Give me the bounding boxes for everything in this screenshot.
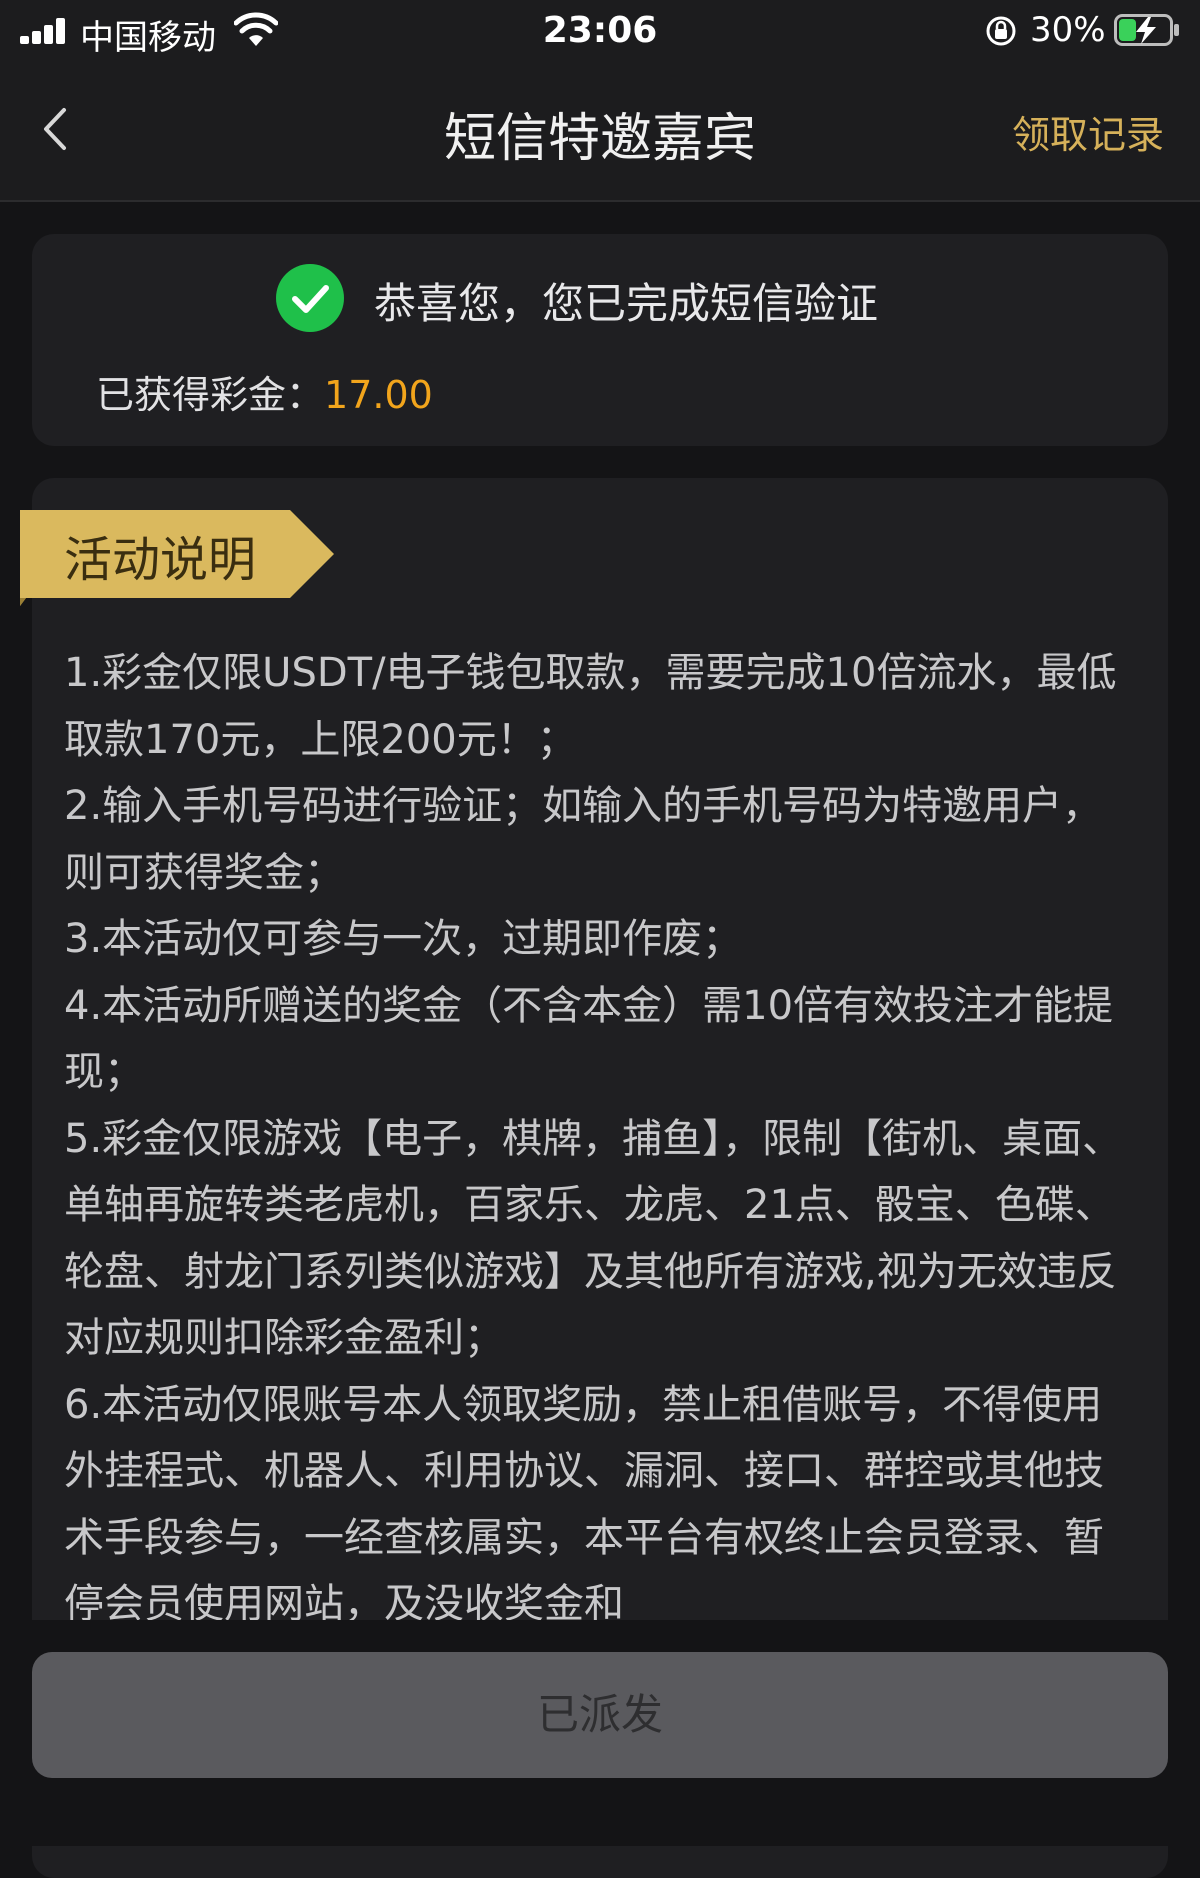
claim-records-link[interactable]: 领取记录 bbox=[1012, 104, 1164, 159]
status-bar: 中国移动 23:06 30% bbox=[0, 0, 1200, 62]
bonus-label: 已获得彩金： bbox=[96, 373, 325, 417]
orientation-lock-icon bbox=[986, 16, 1016, 46]
rule-item-5: 5.彩金仅限游戏【电子，棋牌，捕鱼】，限制【街机、桌面、单轴再旋转类老虎机，百家… bbox=[64, 1115, 1123, 1362]
rules-text: 1.彩金仅限USDT/电子钱包取款，需要完成10倍流水，最低取款170元，上限2… bbox=[64, 640, 1124, 1620]
battery-percent: 30% bbox=[1030, 10, 1106, 50]
rule-item-1: 1.彩金仅限USDT/电子钱包取款，需要完成10倍流水，最低取款170元，上限2… bbox=[64, 650, 1117, 763]
battery-charging-icon bbox=[1114, 14, 1179, 46]
clock: 23:06 bbox=[542, 10, 658, 51]
rule-item-6: 6.本活动仅限账号本人领取奖励，禁止租借账号，不得使用外挂程式、机器人、利用协议… bbox=[64, 1381, 1104, 1621]
rules-heading: 活动说明 bbox=[64, 532, 257, 588]
nav-bar: 短信特邀嘉宾 领取记录 bbox=[0, 62, 1200, 202]
bottom-action-bar: 已派发 bbox=[0, 1620, 1200, 1846]
verification-success-card: 恭喜您，您已完成短信验证 已获得彩金：17.00 bbox=[32, 234, 1168, 446]
rule-item-2: 2.输入手机号码进行验证；如输入的手机号码为特邀用户，则可获得奖金； bbox=[64, 783, 1103, 896]
success-check-icon bbox=[276, 264, 344, 332]
bonus-row: 已获得彩金：17.00 bbox=[96, 364, 433, 419]
dispatched-button[interactable]: 已派发 bbox=[32, 1652, 1168, 1778]
rule-item-4: 4.本活动所赠送的奖金（不含本金）需10倍有效投注才能提现； bbox=[64, 982, 1114, 1096]
rule-item-3: 3.本活动仅可参与一次，过期即作废； bbox=[64, 916, 743, 962]
bonus-amount: 17.00 bbox=[324, 373, 433, 417]
success-message: 恭喜您，您已完成短信验证 bbox=[374, 279, 879, 328]
